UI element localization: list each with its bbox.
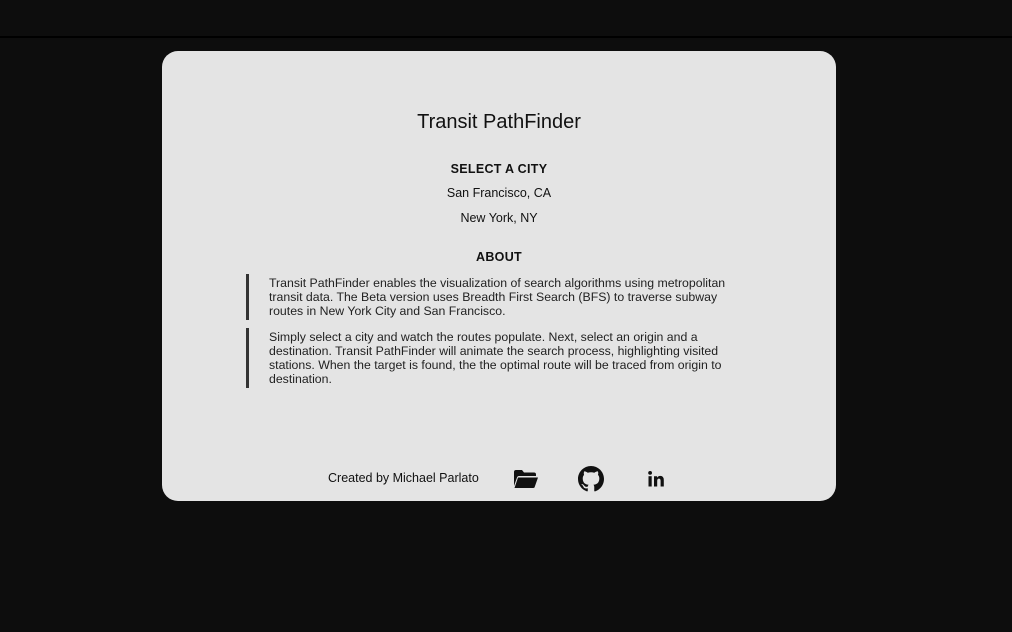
main-card: Transit PathFinder SELECT A CITY San Fra… xyxy=(162,51,836,501)
about-paragraph: Transit PathFinder enables the visualiza… xyxy=(246,274,726,320)
folder-icon[interactable] xyxy=(512,466,540,492)
about-heading: ABOUT xyxy=(476,250,522,264)
city-option-san-francisco[interactable]: San Francisco, CA xyxy=(162,186,836,200)
about-scroll-box[interactable]: Transit PathFinder enables the visualiza… xyxy=(246,274,726,396)
page-title: Transit PathFinder xyxy=(417,111,581,133)
credit-text: Created by Michael Parlato xyxy=(328,471,479,485)
github-icon[interactable] xyxy=(577,466,605,492)
city-option-new-york[interactable]: New York, NY xyxy=(162,211,836,225)
select-city-heading: SELECT A CITY xyxy=(450,162,548,176)
footer: Created by Michael Parlato xyxy=(162,464,836,494)
about-paragraph: Simply select a city and watch the route… xyxy=(246,328,726,388)
linkedin-icon[interactable] xyxy=(642,466,670,492)
top-bar xyxy=(0,0,1012,38)
